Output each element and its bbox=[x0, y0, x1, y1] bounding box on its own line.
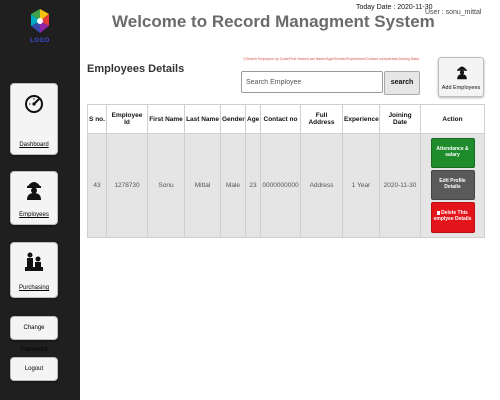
search-button[interactable]: search bbox=[384, 71, 420, 95]
table-row: 43 1278730 Sonu Mittal Male 23 000000000… bbox=[87, 133, 485, 238]
table-cell: 0000000000 bbox=[260, 133, 301, 238]
speedometer-icon bbox=[25, 95, 43, 113]
column-header: First Name bbox=[147, 104, 185, 134]
worker-icon bbox=[457, 66, 467, 80]
edit-profile-button[interactable]: Edit Profile Details bbox=[430, 170, 475, 200]
add-employees-label: Add Employees bbox=[441, 85, 481, 91]
sidebar-item-label: Purchasing bbox=[18, 285, 50, 291]
table-cell: Sonu bbox=[147, 133, 185, 238]
column-header: Joining Date bbox=[379, 104, 421, 134]
sidebar-item-dashboard[interactable]: Dashboard bbox=[10, 83, 58, 155]
table-cell: Address bbox=[300, 133, 343, 238]
sidebar-item-purchasing[interactable]: Purchasing bbox=[10, 242, 58, 298]
column-header: Age bbox=[245, 104, 261, 134]
sidebar-item-label: Dashboard bbox=[19, 142, 49, 148]
table-cell: Mittal bbox=[184, 133, 221, 238]
today-date: Today Date : 2020-11-30 bbox=[356, 4, 433, 11]
table-cell: 1278730 bbox=[106, 133, 148, 238]
column-header: Experience bbox=[342, 104, 380, 134]
table-cell: 1 Year bbox=[342, 133, 380, 238]
change-password-button[interactable]: Change Password bbox=[10, 316, 58, 353]
user-label: User : sonu_mittal bbox=[425, 9, 482, 16]
column-header: Action bbox=[420, 104, 485, 134]
column-header: Gender bbox=[220, 104, 246, 134]
delete-employee-button[interactable]: Delete This emplyee Details bbox=[430, 202, 475, 233]
page-title: Welcome to Record Managment System bbox=[112, 12, 435, 31]
action-cell: Attendance & salary Edit Profile Details… bbox=[420, 133, 485, 238]
logo-text: LOGO bbox=[30, 38, 50, 44]
attendance-salary-button[interactable]: Attendance & salary bbox=[430, 138, 475, 168]
add-employees-button[interactable]: Add Employees bbox=[438, 57, 484, 97]
table-cell: 2020-11-30 bbox=[379, 133, 421, 238]
table-cell: Male bbox=[220, 133, 246, 238]
logo-icon bbox=[31, 9, 49, 33]
column-header: Contact no bbox=[260, 104, 301, 134]
search-hint: *(Search Employee by Code/First Name/Las… bbox=[243, 57, 420, 61]
sidebar-item-label: Employees bbox=[19, 212, 49, 218]
column-header: Full Address bbox=[300, 104, 343, 134]
column-header: S no. bbox=[87, 104, 107, 134]
worker-icon bbox=[27, 182, 41, 200]
worker-group-icon bbox=[25, 252, 43, 271]
sidebar-item-label: Change Password bbox=[20, 325, 48, 353]
column-header: Employee Id bbox=[106, 104, 148, 134]
search-input[interactable] bbox=[241, 71, 383, 93]
column-header: Last Name bbox=[184, 104, 221, 134]
table-header-row: S no. Employee Id First Name Last Name G… bbox=[87, 104, 485, 134]
sidebar-item-employees[interactable]: Employees bbox=[10, 171, 58, 225]
sidebar-item-label: Logout bbox=[24, 366, 44, 372]
table-cell: 43 bbox=[87, 133, 107, 238]
section-heading: Employees Details bbox=[87, 63, 185, 75]
table-cell: 23 bbox=[245, 133, 261, 238]
employees-table: S no. Employee Id First Name Last Name G… bbox=[87, 104, 485, 238]
sidebar: LOGO Dashboard Employees Purchasing Chan… bbox=[0, 0, 80, 400]
logout-button[interactable]: Logout bbox=[10, 357, 58, 381]
trash-icon bbox=[437, 210, 441, 215]
